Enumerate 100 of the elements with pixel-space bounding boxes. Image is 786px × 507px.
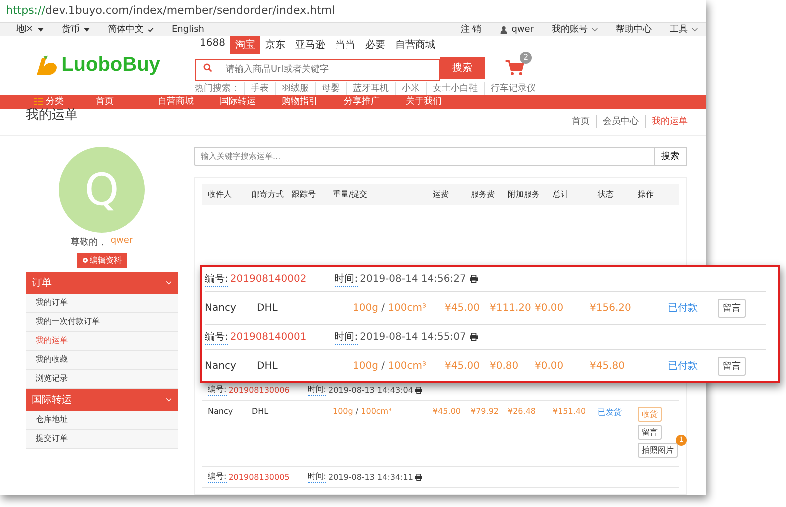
menu-item[interactable]: 我的订单: [26, 294, 178, 313]
menu-item[interactable]: 我的收藏: [26, 351, 178, 370]
nav-link[interactable]: 自营商城: [158, 95, 220, 108]
top-link[interactable]: 工具: [670, 23, 698, 36]
top-link[interactable]: 帮助中心: [616, 23, 652, 36]
search-tab[interactable]: 京东: [260, 36, 290, 54]
order-number-label: 编号:: [208, 471, 227, 483]
carrier-cell-text: DHL: [257, 302, 279, 314]
order-number: 201908140001: [230, 332, 307, 342]
fee-cell-text: ¥45.00: [445, 302, 481, 314]
order-number: 201908130006: [228, 386, 290, 394]
caret-icon: [84, 28, 90, 32]
gear-icon: [82, 257, 89, 264]
status-cell-text: 已付款: [668, 302, 699, 315]
search-tab[interactable]: 淘宝: [230, 36, 260, 54]
search-button[interactable]: 搜索: [655, 147, 687, 166]
search-field[interactable]: 请输入商品Url或者关键字: [195, 59, 440, 81]
edit-profile-button[interactable]: 编辑资料: [77, 253, 127, 268]
action-button[interactable]: 留言: [638, 425, 662, 440]
greeting-text: 尊敬的，: [70, 236, 107, 249]
time-label: 时间:: [334, 272, 358, 286]
menu-item[interactable]: 提交订单: [26, 430, 178, 449]
search-tab[interactable]: 自营商城: [390, 36, 440, 54]
column-header: 跟踪号: [292, 189, 317, 200]
print-icon[interactable]: [469, 333, 480, 341]
print-icon[interactable]: [415, 386, 424, 394]
fee-cell-text: ¥45.00: [433, 407, 462, 416]
search-tab[interactable]: 当当: [330, 36, 360, 54]
menu-section-header[interactable]: 国际转运: [26, 389, 178, 411]
cart-icon[interactable]: [505, 59, 525, 77]
user-icon: [500, 26, 508, 34]
menu-item[interactable]: 我的运单: [26, 332, 178, 351]
nav-link[interactable]: 分享推广: [344, 95, 406, 108]
top-link[interactable]: 货币: [62, 23, 90, 36]
service-fee-cell-text: ¥79.92: [471, 407, 500, 416]
nav-link[interactable]: 分类: [34, 95, 96, 108]
menu-item[interactable]: 我的一次付款订单: [26, 313, 178, 332]
print-icon[interactable]: [415, 474, 424, 480]
column-header: 邮寄方式: [252, 189, 285, 200]
url-scheme: https://: [6, 4, 46, 17]
order-time: 2019-08-13 14:34:11: [328, 472, 414, 482]
search-tab[interactable]: 1688: [195, 36, 230, 54]
avatar: Q: [59, 147, 145, 233]
action-button[interactable]: 留言: [718, 298, 746, 318]
cart-count-badge: 2: [520, 52, 532, 64]
search-icon: [203, 63, 213, 73]
extra-service-cell-text: ¥26.48: [508, 407, 537, 416]
carrier-cell-text: DHL: [252, 407, 270, 416]
menu-section-title: 订单: [32, 276, 52, 290]
column-header: 重量/提交: [333, 189, 369, 200]
action-button[interactable]: 拍照图片: [638, 443, 678, 458]
top-link[interactable]: 我的账号: [552, 23, 598, 36]
breadcrumb-link[interactable]: 首页: [572, 115, 590, 128]
search-tab[interactable]: 必要: [360, 36, 390, 54]
extra-service-cell-text: ¥0.00: [535, 360, 565, 372]
column-header: 附加服务: [508, 189, 541, 200]
time-label: 时间:: [308, 384, 326, 396]
breadcrumb-link[interactable]: 我的运单: [645, 115, 688, 128]
column-header: 运费: [433, 189, 450, 200]
column-header: 状态: [598, 189, 615, 200]
print-icon[interactable]: [469, 275, 480, 283]
top-link[interactable]: 注 销: [460, 23, 482, 36]
carrier-cell-text: DHL: [257, 360, 279, 372]
nav-link[interactable]: 购物指引: [282, 95, 344, 108]
check-icon: [148, 28, 154, 32]
chevron-icon: [692, 28, 698, 32]
order-time: 2019-08-13 14:43:04: [328, 386, 414, 394]
address-bar[interactable]: https://dev.1buyo.com/index/member/sendorder/index.html: [0, 0, 706, 23]
search-button[interactable]: 搜索: [440, 57, 485, 79]
top-link[interactable]: qwer: [500, 23, 534, 36]
menu-item[interactable]: 浏览记录: [26, 370, 178, 389]
nav-link[interactable]: 国际转运: [220, 95, 282, 108]
column-header: 收件人: [208, 189, 233, 200]
chevron-icon: [592, 28, 598, 32]
page-title: 我的运单: [26, 106, 78, 124]
column-header: 服务费: [471, 189, 496, 200]
service-fee-cell-text: ¥111.20: [490, 302, 532, 314]
menu-item[interactable]: 仓库地址: [26, 411, 178, 430]
order-number-label: 编号:: [208, 384, 227, 396]
recipient-cell-text: Nancy: [208, 407, 234, 416]
weight-volume-cell-text: 100g / 100cm³: [353, 360, 428, 372]
breadcrumb-link[interactable]: 会员中心: [596, 115, 639, 128]
total-cell-text: ¥45.80: [590, 360, 626, 372]
top-link[interactable]: 简体中文: [108, 23, 154, 36]
nav-link[interactable]: 首页: [96, 95, 158, 108]
action-button[interactable]: 留言: [718, 356, 746, 376]
menu-section-header[interactable]: 订单: [26, 272, 178, 294]
extra-service-cell-text: ¥0.00: [535, 302, 565, 314]
fee-cell-text: ¥45.00: [445, 360, 481, 372]
top-link[interactable]: English: [172, 23, 204, 36]
waybill-search-field[interactable]: 输入关键字搜索运单...: [194, 147, 655, 166]
recipient-cell-text: Nancy: [205, 360, 238, 372]
nav-link[interactable]: 关于我们: [406, 95, 468, 108]
weight-volume-cell-text: 100g / 100cm³: [353, 302, 428, 314]
search-tab[interactable]: 亚马逊: [290, 36, 330, 54]
top-link[interactable]: 地区: [16, 23, 44, 36]
time-label: 时间:: [334, 330, 358, 344]
logo-text: LuoboBuy: [62, 54, 160, 77]
category-icon: [34, 98, 43, 106]
status-cell-text: 已付款: [668, 360, 699, 373]
